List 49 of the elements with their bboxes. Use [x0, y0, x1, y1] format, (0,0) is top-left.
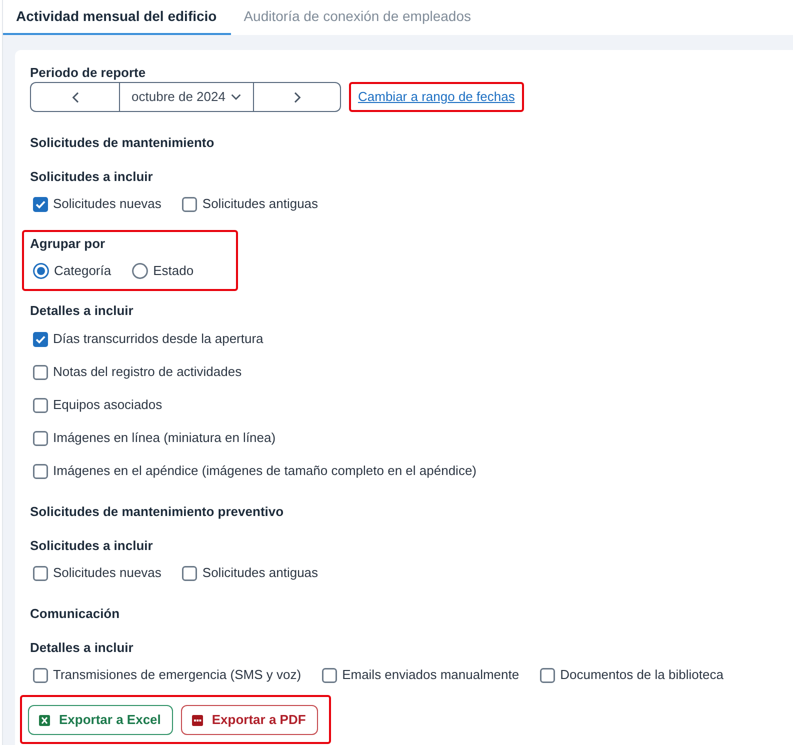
date-range-link[interactable]: Cambiar a rango de fechas: [358, 87, 515, 107]
section-title: Solicitudes de mantenimiento: [30, 135, 216, 151]
checkbox[interactable]: [33, 332, 48, 346]
radio-button[interactable]: [33, 263, 49, 279]
checkbox[interactable]: [33, 464, 48, 478]
checkbox[interactable]: [33, 430, 48, 446]
previous-button[interactable]: [30, 82, 119, 112]
export-button[interactable]: Exportar a PDF: [180, 705, 318, 735]
option-label: Solicitudes nuevas: [53, 564, 162, 582]
group-label: Solicitudes a incluir: [30, 537, 153, 555]
group-label: Agrupar por: [30, 235, 106, 253]
checkbox[interactable]: [182, 566, 198, 580]
option-label: Equipos asociados: [53, 396, 162, 414]
option-label: Documentos de la biblioteca: [560, 666, 724, 684]
option-label: Imágenes en el apéndice (imágenes de tamaño completo en el apéndice): [53, 462, 476, 480]
option-label: Transmisiones de emergencia (SMS y voz): [53, 666, 302, 684]
option-label: Emails enviados manualmente: [342, 666, 520, 684]
option-label: Notas del registro de actividades: [53, 363, 242, 382]
field-label: Periodo de reporte: [30, 65, 147, 81]
next-button[interactable]: [254, 82, 341, 112]
checkbox[interactable]: [540, 668, 556, 682]
radio-button[interactable]: [132, 263, 148, 279]
checkbox[interactable]: [33, 668, 48, 682]
option-label: Estado: [153, 262, 194, 280]
option-label: Solicitudes antiguas: [202, 195, 318, 214]
group-label: Detalles a incluir: [30, 302, 134, 320]
tab[interactable]: Auditoría de conexión de empleados: [230, 0, 485, 35]
checkbox[interactable]: [33, 566, 48, 580]
option-label: Solicitudes nuevas: [53, 195, 162, 214]
section-title: Solicitudes de mantenimiento preventivo: [30, 504, 285, 520]
month-dropdown[interactable]: octubre de 2024: [119, 82, 254, 112]
checkbox[interactable]: [33, 196, 48, 212]
option-label: Solicitudes antiguas: [202, 564, 318, 582]
caret-icon: [231, 94, 242, 100]
pdf-icon: [192, 714, 203, 726]
chevron-right-icon: [294, 92, 300, 102]
option-label: Días transcurridos desde la apertura: [53, 330, 264, 348]
spreadsheet-icon: [39, 714, 50, 726]
option-label: Categoría: [54, 262, 112, 280]
chevron-left-icon: [72, 92, 78, 102]
section-title: Comunicación: [30, 606, 121, 622]
group-label: Solicitudes a incluir: [30, 168, 153, 186]
option-label: Imágenes en línea (miniatura en línea): [53, 429, 276, 448]
export-button[interactable]: Exportar a Excel: [28, 705, 173, 735]
group-label: Detalles a incluir: [30, 639, 134, 657]
checkbox[interactable]: [33, 364, 48, 380]
checkbox[interactable]: [322, 668, 338, 682]
checkbox[interactable]: [33, 398, 48, 412]
checkbox[interactable]: [182, 196, 198, 212]
